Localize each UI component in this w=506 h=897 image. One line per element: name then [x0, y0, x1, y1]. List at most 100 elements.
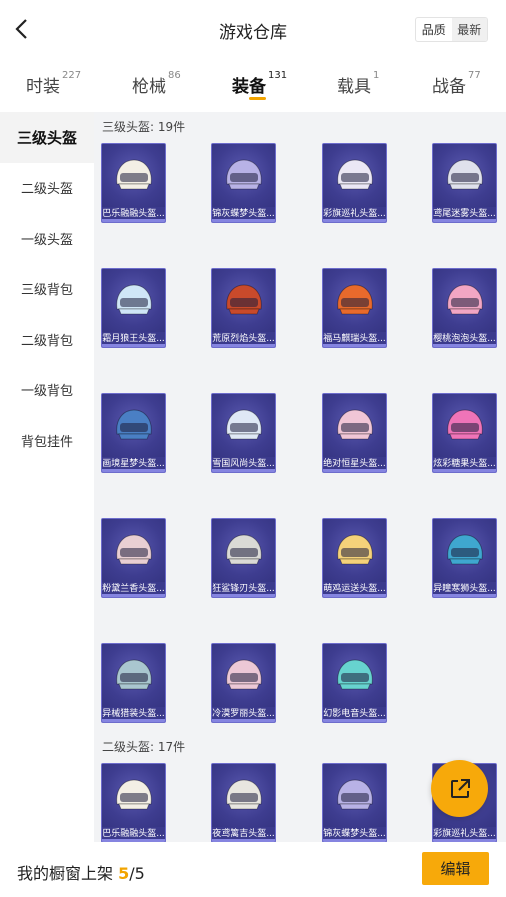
- rarity-bar: [323, 344, 386, 347]
- item-name: 异械猎装头盔...: [102, 709, 165, 719]
- item-card[interactable]: 巴乐融融头盔...: [101, 143, 166, 223]
- showcase-label: 我的橱窗上架: [17, 864, 119, 883]
- tab-count: 1: [373, 70, 380, 81]
- item-name: 冷漠罗丽头盔...: [212, 709, 275, 719]
- rarity-bar: [102, 219, 165, 222]
- sidebar-item-level3-backpack[interactable]: 三级背包: [0, 264, 94, 315]
- item-card[interactable]: 锦灰蝶梦头盔...: [322, 763, 387, 842]
- sort-option-latest[interactable]: 最新: [451, 18, 487, 41]
- sidebar-item-level2-backpack[interactable]: 二级背包: [0, 314, 94, 365]
- active-tab-indicator: [249, 97, 266, 100]
- item-card[interactable]: 樱桃泡泡头盔...: [432, 268, 497, 348]
- item-thumbnail: [102, 764, 165, 827]
- sidebar-item-level1-helmet[interactable]: 一级头盔: [0, 213, 94, 264]
- rarity-bar: [102, 719, 165, 722]
- tab-equipment[interactable]: 装备131: [232, 70, 288, 97]
- item-card[interactable]: 锦灰蝶梦头盔...: [211, 143, 276, 223]
- item-card[interactable]: 巴乐融融头盔...: [101, 763, 166, 842]
- item-name: 巴乐融融头盔...: [102, 829, 165, 839]
- item-thumbnail: [102, 144, 165, 207]
- tab-supplies[interactable]: 战备77: [432, 70, 481, 97]
- sidebar-item-level1-backpack[interactable]: 一级背包: [0, 365, 94, 416]
- bottom-bar: 我的橱窗上架 5/5 编辑: [0, 842, 506, 897]
- rarity-bar: [433, 219, 496, 222]
- item-name: 夜鸢篱吉头盔...: [212, 829, 275, 839]
- item-name: 异瞳寒狮头盔...: [433, 584, 496, 594]
- rarity-bar: [212, 344, 275, 347]
- item-name: 炫彩糖果头盔...: [433, 459, 496, 469]
- item-card[interactable]: 炫彩糖果头盔...: [432, 393, 497, 473]
- item-card[interactable]: 彩旗巡礼头盔...: [322, 143, 387, 223]
- item-thumbnail: [102, 394, 165, 457]
- item-card[interactable]: 狂鲨锋刃头盔...: [211, 518, 276, 598]
- helmet-icon: [337, 159, 373, 190]
- top-bar: 游戏仓库 品质 最新: [0, 0, 506, 60]
- tab-label: 装备: [232, 77, 266, 97]
- rarity-bar: [102, 594, 165, 597]
- item-name: 福马麒瑞头盔...: [323, 334, 386, 344]
- item-thumbnail: [323, 764, 386, 827]
- sort-option-quality[interactable]: 品质: [416, 18, 452, 41]
- item-card[interactable]: 异瞳寒狮头盔...: [432, 518, 497, 598]
- item-thumbnail: [323, 269, 386, 332]
- helmet-icon: [116, 284, 152, 315]
- item-grid-area[interactable]: 三级头盔: 19件巴乐融融头盔... 锦灰蝶梦头盔... 彩旗巡礼头盔... 鸢尾迷雾…: [94, 112, 506, 842]
- showcase-status: 我的橱窗上架 5/5: [17, 860, 145, 884]
- tab-fashion[interactable]: 时装227: [26, 70, 81, 97]
- tab-count: 77: [468, 70, 481, 81]
- helmet-icon: [116, 779, 152, 810]
- sidebar: 三级头盔 二级头盔 一级头盔 三级背包 二级背包 一级背包 背包挂件: [0, 112, 94, 842]
- edit-button[interactable]: 编辑: [422, 852, 489, 885]
- rarity-bar: [323, 594, 386, 597]
- rarity-bar: [433, 594, 496, 597]
- helmet-icon: [226, 534, 262, 565]
- item-card[interactable]: 冷漠罗丽头盔...: [211, 643, 276, 723]
- item-card[interactable]: 萌鸡运送头盔...: [322, 518, 387, 598]
- item-name: 粉黛兰香头盔...: [102, 584, 165, 594]
- section-title: 三级头盔: 19件: [102, 120, 186, 134]
- helmet-icon: [337, 659, 373, 690]
- item-name: 幻影电音头盔...: [323, 709, 386, 719]
- rarity-bar: [433, 469, 496, 472]
- share-button[interactable]: [431, 760, 488, 817]
- sidebar-item-backpack-charm[interactable]: 背包挂件: [0, 415, 94, 466]
- item-card[interactable]: 夜鸢篱吉头盔...: [211, 763, 276, 842]
- rarity-bar: [212, 719, 275, 722]
- category-tabs: 时装227 枪械86 装备131 载具1 战备77: [0, 62, 506, 110]
- item-card[interactable]: 绝对恒星头盔...: [322, 393, 387, 473]
- tab-count: 86: [168, 70, 181, 81]
- item-thumbnail: [433, 519, 496, 582]
- helmet-icon: [337, 534, 373, 565]
- item-thumbnail: [212, 764, 275, 827]
- tab-label: 时装: [26, 77, 60, 97]
- tab-firearms[interactable]: 枪械86: [132, 70, 181, 97]
- tab-count: 131: [268, 70, 288, 81]
- item-card[interactable]: 粉黛兰香头盔...: [101, 518, 166, 598]
- sidebar-item-level3-helmet[interactable]: 三级头盔: [0, 112, 94, 163]
- item-thumbnail: [102, 644, 165, 707]
- item-name: 画境星梦头盔...: [102, 459, 165, 469]
- item-thumbnail: [102, 519, 165, 582]
- item-thumbnail: [212, 144, 275, 207]
- item-card[interactable]: 鸢尾迷雾头盔...: [432, 143, 497, 223]
- item-card[interactable]: 幻影电音头盔...: [322, 643, 387, 723]
- rarity-bar: [102, 344, 165, 347]
- rarity-bar: [212, 469, 275, 472]
- item-thumbnail: [323, 144, 386, 207]
- item-card[interactable]: 福马麒瑞头盔...: [322, 268, 387, 348]
- item-card[interactable]: 异械猎装头盔...: [101, 643, 166, 723]
- item-thumbnail: [212, 394, 275, 457]
- item-card[interactable]: 荒原烈焰头盔...: [211, 268, 276, 348]
- item-name: 萌鸡运送头盔...: [323, 584, 386, 594]
- helmet-icon: [226, 659, 262, 690]
- item-card[interactable]: 霜月狼王头盔...: [101, 268, 166, 348]
- helmet-icon: [447, 534, 483, 565]
- sort-toggle[interactable]: 品质 最新: [415, 17, 488, 42]
- sidebar-item-level2-helmet[interactable]: 二级头盔: [0, 163, 94, 214]
- item-card[interactable]: 画境星梦头盔...: [101, 393, 166, 473]
- external-link-icon: [450, 778, 470, 798]
- item-name: 锦灰蝶梦头盔...: [323, 829, 386, 839]
- item-card[interactable]: 雪国风尚头盔...: [211, 393, 276, 473]
- tab-vehicles[interactable]: 载具1: [337, 70, 380, 97]
- rarity-bar: [323, 469, 386, 472]
